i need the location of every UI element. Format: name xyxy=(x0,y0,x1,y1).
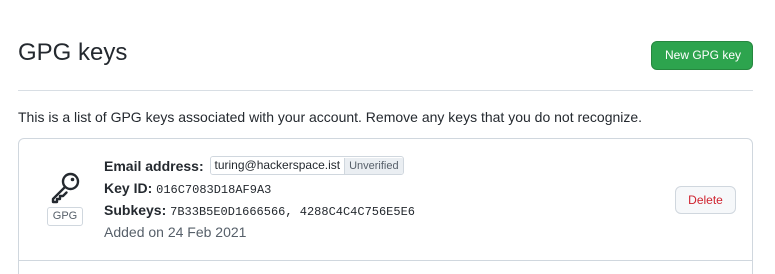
key-icon xyxy=(51,172,80,204)
key-id-value: 016C7083D18AF9A3 xyxy=(156,183,272,197)
page-header: GPG keys New GPG key xyxy=(18,38,753,74)
gpg-badge: GPG xyxy=(46,207,84,226)
added-row: Added on 24 Feb 2021 xyxy=(104,221,415,243)
email-value: turing@hackerspace.ist xyxy=(210,157,345,175)
new-gpg-key-button[interactable]: New GPG key xyxy=(651,41,753,70)
key-details: Email address: turing@hackerspace.ist Unv… xyxy=(104,155,415,243)
page-title: GPG keys xyxy=(18,39,128,66)
delete-key-button[interactable]: Delete xyxy=(675,186,736,214)
page-description: This is a list of GPG keys associated wi… xyxy=(18,109,643,125)
subkeys-label: Subkeys: xyxy=(104,202,167,218)
header-divider xyxy=(18,90,753,91)
key-id-label: Key ID: xyxy=(104,180,153,196)
gpg-key-list: GPG Email address: turing@hackerspace.is… xyxy=(18,138,753,274)
unverified-badge: Unverified xyxy=(344,158,403,175)
email-label: Email address: xyxy=(104,158,204,174)
email-chip: turing@hackerspace.ist Unverified xyxy=(209,156,404,176)
key-icon-column: GPG xyxy=(44,169,86,226)
added-date: Added on 24 Feb 2021 xyxy=(104,224,247,240)
key-id-row: Key ID: 016C7083D18AF9A3 xyxy=(104,177,415,199)
email-row: Email address: turing@hackerspace.ist Unv… xyxy=(104,155,415,177)
subkeys-value: 7B33B5E0D1666566, 4288C4C4C756E5E6 xyxy=(170,205,415,219)
gpg-keys-page: GPG keys New GPG key This is a list of G… xyxy=(0,0,775,274)
subkeys-row: Subkeys: 7B33B5E0D1666566, 4288C4C4C756E… xyxy=(104,199,415,221)
gpg-key-item: GPG Email address: turing@hackerspace.is… xyxy=(19,139,752,261)
